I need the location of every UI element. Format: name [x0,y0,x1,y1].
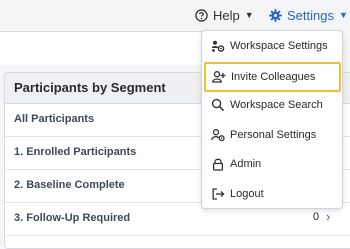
workspace-settings-icon [210,38,226,54]
menu-item-label: Logout [230,188,264,200]
segment-label: 2. Baseline Complete [14,179,125,191]
search-icon [210,97,226,113]
menu-item-admin[interactable]: Admin [202,149,342,179]
menu-item-workspace-settings[interactable]: Workspace Settings [202,31,342,61]
help-icon [195,8,208,22]
menu-item-label: Workspace Settings [230,40,328,52]
settings-menu[interactable]: Settings ▼ [269,6,348,24]
help-label: Help [213,7,240,23]
segment-label: All Participants [14,113,95,125]
segment-label: 1. Enrolled Participants [14,146,137,158]
lock-icon [210,156,226,172]
logout-icon [210,186,226,202]
menu-item-label: Admin [230,158,262,170]
chevron-down-icon: ▼ [338,9,348,20]
menu-item-personal-settings[interactable]: Personal Settings [202,120,342,150]
settings-dropdown: Workspace Settings Invite Colleagues Wor… [201,30,343,209]
menu-item-logout[interactable]: Logout [202,179,342,209]
segment-count: 0 [313,211,320,223]
settings-label: Settings [287,7,334,23]
menu-item-invite-colleagues[interactable]: Invite Colleagues [204,62,341,92]
menu-item-label: Personal Settings [230,129,317,141]
menu-item-label: Workspace Search [230,99,323,111]
chevron-down-icon: ▼ [244,9,254,20]
content-band [0,32,210,65]
help-menu[interactable]: Help ▼ [195,6,254,24]
top-bar: Help ▼ Settings ▼ [0,0,350,30]
personal-settings-icon [210,127,226,143]
menu-item-label: Invite Colleagues [231,71,316,83]
menu-item-workspace-search[interactable]: Workspace Search [202,90,342,120]
segment-label: 3. Follow-Up Required [14,212,131,224]
invite-user-icon [211,69,227,85]
panel-title: Participants by Segment [14,80,166,95]
gear-icon [269,8,282,22]
chevron-right-icon[interactable]: › [326,209,330,224]
